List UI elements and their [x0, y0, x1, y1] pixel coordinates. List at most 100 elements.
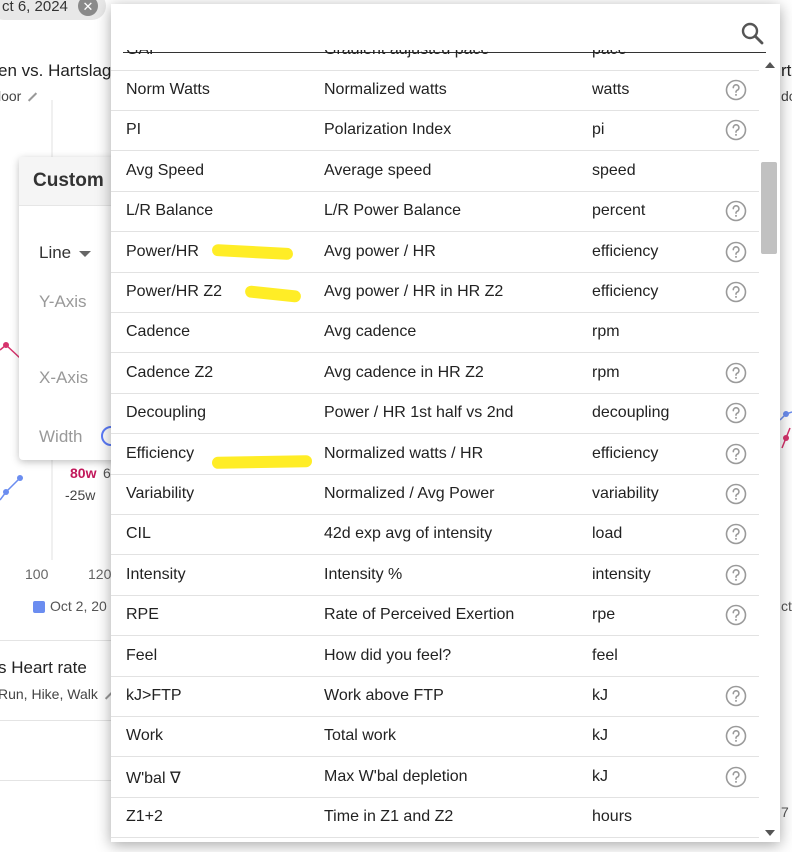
help-icon[interactable]: [725, 564, 747, 586]
help-icon[interactable]: [725, 241, 747, 263]
list-item[interactable]: CIL 42d exp avg of intensity load: [111, 514, 759, 556]
field-unit: kJ: [592, 727, 608, 745]
heart-rate-title: s Heart rate: [0, 658, 87, 677]
list-item[interactable]: Feel How did you feel? feel: [111, 636, 759, 677]
field-description: Rate of Perceived Exertion: [324, 606, 515, 624]
field-description: Avg cadence in HR Z2: [324, 363, 484, 381]
field-description: How did you feel?: [324, 646, 452, 664]
legend-label-right: ct 2: [781, 598, 792, 614]
field-description: Power / HR 1st half vs 2nd: [324, 404, 514, 422]
scrollbar[interactable]: [759, 60, 780, 842]
right-number: 7: [781, 804, 789, 820]
field-name: PI: [126, 121, 142, 139]
legend-label: Oct 2, 20: [50, 598, 107, 614]
field-description: Time in Z1 and Z2: [324, 808, 454, 826]
field-name: CIL: [126, 525, 151, 543]
width-label: Width: [39, 427, 83, 446]
list-item[interactable]: Decoupling Power / HR 1st half vs 2nd deco…: [111, 393, 759, 435]
chart-title-right: rts: [781, 61, 792, 80]
list-item[interactable]: L/R Balance L/R Power Balance percent: [111, 191, 759, 233]
help-icon[interactable]: [725, 766, 747, 788]
chart-title-left: en vs. Hartslag: [0, 61, 112, 80]
field-unit: kJ: [592, 687, 608, 704]
field-description: Work above FTP: [324, 687, 444, 704]
field-unit: variability: [592, 485, 659, 502]
scroll-up-arrow-icon[interactable]: [765, 62, 775, 68]
value-80w: 80w: [70, 465, 97, 481]
help-icon[interactable]: [725, 200, 747, 222]
list-item[interactable]: Avg Speed Average speed speed: [111, 151, 759, 192]
help-icon[interactable]: [725, 402, 747, 424]
field-description: Normalized / Avg Power: [324, 485, 495, 502]
list-item[interactable]: Power/HR Avg power / HR efficiency: [111, 232, 759, 273]
field-unit: efficiency: [592, 283, 659, 300]
list-item[interactable]: Power/HR Z2 Avg power / HR in HR Z2 effici…: [111, 272, 759, 313]
list-item[interactable]: Variability Normalized / Avg Power variabi…: [111, 474, 759, 515]
field-unit: intensity: [592, 565, 651, 583]
help-icon[interactable]: [725, 725, 747, 747]
divider-3: [0, 780, 111, 781]
chart-type-value: Line: [39, 243, 72, 262]
help-icon[interactable]: [725, 483, 747, 505]
field-name: Variability: [126, 485, 195, 502]
list-item[interactable]: Norm Watts Normalized watts watts: [111, 70, 759, 111]
chart-sub-right: do: [781, 88, 792, 104]
help-icon[interactable]: [725, 119, 747, 141]
field-unit: rpm: [592, 323, 620, 341]
field-name: W'bal ∇: [126, 769, 181, 787]
list-item[interactable]: Work Total work kJ: [111, 716, 759, 758]
field-name: Work: [126, 727, 164, 745]
list-item[interactable]: Cadence Z2 Avg cadence in HR Z2 rpm: [111, 353, 759, 394]
field-unit: load: [592, 525, 623, 543]
search-bar: [123, 12, 766, 53]
field-name: GAP: [126, 50, 160, 59]
field-unit: feel: [592, 646, 618, 664]
axis-tick-100: 100: [25, 566, 49, 582]
list-item[interactable]: Z1+2 Time in Z1 and Z2 hours: [111, 797, 759, 839]
field-name: Cadence Z2: [126, 363, 214, 381]
field-unit: decoupling: [592, 404, 670, 422]
help-icon[interactable]: [725, 604, 747, 626]
field-name: Norm Watts: [126, 81, 210, 98]
field-name: Intensity: [126, 565, 186, 583]
list-item[interactable]: Cadence Avg cadence rpm: [111, 312, 759, 354]
list-item[interactable]: RPE Rate of Perceived Exertion rpe: [111, 595, 759, 637]
field-description: Total work: [324, 727, 397, 745]
help-icon[interactable]: [725, 685, 747, 707]
field-unit: watts: [592, 81, 630, 98]
field-list: GAP Gradient adjusted pace pace Norm Wat…: [111, 50, 759, 842]
scroll-down-arrow-icon[interactable]: [765, 830, 775, 836]
chart-type-select[interactable]: Line: [39, 243, 92, 263]
help-icon[interactable]: [725, 281, 747, 303]
field-description: Polarization Index: [324, 121, 452, 139]
help-icon[interactable]: [725, 362, 747, 384]
search-input[interactable]: [123, 12, 727, 52]
help-icon[interactable]: [725, 523, 747, 545]
scroll-thumb[interactable]: [761, 162, 777, 254]
field-description: Max W'bal depletion: [324, 767, 468, 785]
field-description: 42d exp avg of intensity: [324, 525, 493, 543]
x-axis-label: X-Axis: [39, 368, 89, 387]
list-item[interactable]: W'bal ∇ Max W'bal depletion kJ: [111, 757, 759, 798]
heart-rate-sub-text: Run, Hike, Walk: [0, 686, 98, 702]
help-icon[interactable]: [725, 79, 747, 101]
list-item[interactable]: PI Polarization Index pi: [111, 110, 759, 152]
list-item[interactable]: kJ>FTP Work above FTP kJ: [111, 676, 759, 717]
axis-tick-120: 120: [88, 566, 112, 582]
help-icon[interactable]: [725, 443, 747, 465]
divider: [0, 640, 111, 641]
field-description: Avg cadence: [324, 323, 417, 341]
list-item[interactable]: Efficiency Normalized watts / HR efficienc…: [111, 434, 759, 475]
field-name: kJ>FTP: [126, 687, 182, 704]
field-unit: hours: [592, 808, 633, 826]
chip-close-icon[interactable]: ✕: [77, 0, 98, 16]
search-icon[interactable]: [740, 21, 764, 45]
date-chip-label: ct 6, 2024: [2, 0, 68, 15]
date-chip[interactable]: ct 6, 2024 ✕: [0, 0, 106, 20]
list-item[interactable]: GAP Gradient adjusted pace pace: [111, 50, 759, 71]
field-picker-panel: GAP Gradient adjusted pace pace Norm Wat…: [111, 4, 780, 842]
field-description: Avg power / HR in HR Z2: [324, 283, 504, 300]
field-name: Decoupling: [126, 404, 207, 422]
list-item[interactable]: Intensity Intensity % intensity: [111, 555, 759, 596]
field-name: Z1+2: [126, 808, 163, 826]
